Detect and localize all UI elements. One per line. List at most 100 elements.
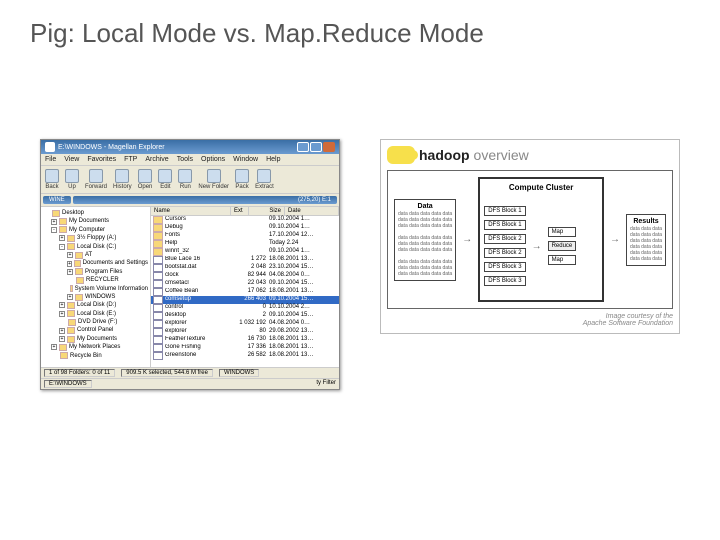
toolbar-icon: [158, 169, 172, 183]
tree-node[interactable]: +3½ Floppy (A:): [43, 234, 148, 242]
file-list[interactable]: Name Ext Size Date Cursors09.10.2004 1…D…: [151, 207, 339, 367]
file-icon: [153, 288, 163, 296]
data-line: data data data data data: [398, 223, 452, 229]
reduce-box: Reduce: [548, 241, 577, 251]
toolbar-button[interactable]: Run: [178, 169, 192, 190]
file-row[interactable]: Greenstone26 58218.08.2001 13…: [151, 352, 339, 360]
data-title: Data: [398, 203, 452, 210]
toolbar-icon: [89, 169, 103, 183]
file-row[interactable]: clock82 94404.08.2004 0…: [151, 272, 339, 280]
menu-item[interactable]: Help: [266, 156, 280, 163]
file-row[interactable]: cmsetacl22 04309.10.2004 15…: [151, 280, 339, 288]
tree-node[interactable]: +Program Files: [43, 268, 148, 276]
tree-node[interactable]: +Local Disk (D:): [43, 301, 148, 309]
dfs-block: DFS Block 1: [484, 220, 525, 230]
close-button[interactable]: [323, 142, 335, 152]
tree-node[interactable]: +Control Panel: [43, 326, 148, 334]
file-icon: [153, 304, 163, 312]
folder-icon: [153, 232, 163, 240]
result-line: data data data: [630, 244, 662, 250]
col-name[interactable]: Name: [151, 207, 231, 215]
slide-title: Pig: Local Mode vs. Map.Reduce Mode: [30, 18, 690, 49]
file-row[interactable]: explorer8029.08.2002 13…: [151, 328, 339, 336]
tree-node[interactable]: +WINDOWS: [43, 293, 148, 301]
tree-node[interactable]: DVD Drive (F:): [43, 318, 148, 326]
image-credit: Image courtesy of the Apache Software Fo…: [387, 313, 673, 327]
tree-node[interactable]: System Volume Information: [43, 285, 148, 293]
file-row[interactable]: control010.10.2004 2…: [151, 304, 339, 312]
file-row[interactable]: FeatherTexture16 73018.08.2001 13…: [151, 336, 339, 344]
address-field[interactable]: (275,20) E:1: [73, 196, 337, 204]
folder-icon: [68, 319, 76, 326]
local-mode-panel: E:\WINDOWS - Magellan Explorer FileViewF…: [40, 139, 340, 390]
folder-tree[interactable]: Desktop+My Documents-My Computer+3½ Flop…: [41, 207, 151, 367]
taskbar-item[interactable]: E:\WINDOWS: [44, 380, 92, 388]
file-row[interactable]: winnt_3209.10.2004 1…: [151, 248, 339, 256]
toolbar-button[interactable]: Open: [138, 169, 153, 190]
minimize-button[interactable]: [297, 142, 309, 152]
tree-node[interactable]: -Local Disk (C:): [43, 243, 148, 251]
file-row[interactable]: Fonts17.10.2004 12…: [151, 232, 339, 240]
toolbar-button[interactable]: Back: [45, 169, 59, 190]
folder-icon: [67, 336, 75, 343]
tree-node[interactable]: +Documents and Settings: [43, 259, 148, 267]
toolbar-button[interactable]: History: [113, 169, 132, 190]
tree-node[interactable]: RECYCLER: [43, 276, 148, 284]
file-icon: [153, 328, 163, 336]
menu-item[interactable]: File: [45, 156, 56, 163]
filter-field[interactable]: ty Filter: [316, 380, 336, 388]
tree-node[interactable]: +My Documents: [43, 217, 148, 225]
file-row[interactable]: bootstat.dat2 04823.10.2004 15…: [151, 264, 339, 272]
file-row[interactable]: Coffee Bean17 06218.08.2001 13…: [151, 288, 339, 296]
file-row[interactable]: explorer1 032 19204.08.2004 0…: [151, 320, 339, 328]
cluster-title: Compute Cluster: [484, 183, 598, 192]
file-row[interactable]: comsetup266 40309.10.2004 15…: [151, 296, 339, 304]
tree-node[interactable]: +My Network Places: [43, 343, 148, 351]
data-line: data data data data data: [398, 259, 452, 265]
menu-item[interactable]: Window: [233, 156, 258, 163]
mapreduce-mode-panel: hadoop overview Data data data data data…: [380, 139, 680, 390]
map-box: Map: [548, 255, 577, 265]
tree-node[interactable]: -My Computer: [43, 226, 148, 234]
results-box: Results data data datadata data datadata…: [626, 214, 666, 266]
tree-node[interactable]: +My Documents: [43, 335, 148, 343]
tree-node[interactable]: Desktop: [43, 209, 148, 217]
menu-item[interactable]: FTP: [124, 156, 137, 163]
folder-icon: [153, 216, 163, 224]
menu-item[interactable]: View: [64, 156, 79, 163]
diagram-body: Data data data data data data data data d…: [387, 170, 673, 309]
menu-item[interactable]: Favorites: [87, 156, 116, 163]
dfs-block: DFS Block 3: [484, 276, 525, 286]
toolbar-button[interactable]: Pack: [235, 169, 249, 190]
menu-item[interactable]: Options: [201, 156, 225, 163]
toolbar-button[interactable]: Forward: [85, 169, 107, 190]
file-row[interactable]: Gone Fishing17 33618.08.2001 13…: [151, 344, 339, 352]
col-size[interactable]: Size: [249, 207, 285, 215]
toolbar-icon: [235, 169, 249, 183]
tree-node[interactable]: +AT: [43, 251, 148, 259]
toolbar-button[interactable]: Edit: [158, 169, 172, 190]
toolbar-icon: [207, 169, 221, 183]
file-row[interactable]: desktop209.10.2004 15…: [151, 312, 339, 320]
result-line: data data data: [630, 226, 662, 232]
menu-item[interactable]: Tools: [177, 156, 193, 163]
toolbar-button[interactable]: New Folder: [198, 169, 229, 190]
file-row[interactable]: Blue Lace 161 27218.08.2001 13…: [151, 256, 339, 264]
col-ext[interactable]: Ext: [231, 207, 249, 215]
menu-item[interactable]: Archive: [145, 156, 168, 163]
file-row[interactable]: Cursors09.10.2004 1…: [151, 216, 339, 224]
folder-icon: [75, 268, 83, 275]
toolbar-button[interactable]: Up: [65, 169, 79, 190]
toolbar-button[interactable]: Extract: [255, 169, 274, 190]
tree-node[interactable]: +Local Disk (E:): [43, 310, 148, 318]
file-row[interactable]: Debug09.10.2004 1…: [151, 224, 339, 232]
col-date[interactable]: Date: [285, 207, 339, 215]
address-bar: WINE (275,20) E:1: [41, 194, 339, 207]
maximize-button[interactable]: [310, 142, 322, 152]
toolbar-icon: [138, 169, 152, 183]
data-line: data data data data data: [398, 241, 452, 247]
tree-node[interactable]: Recycle Bin: [43, 352, 148, 360]
toolbar-icon: [257, 169, 271, 183]
folder-icon: [76, 277, 84, 284]
file-row[interactable]: HelpToday 2.24: [151, 240, 339, 248]
